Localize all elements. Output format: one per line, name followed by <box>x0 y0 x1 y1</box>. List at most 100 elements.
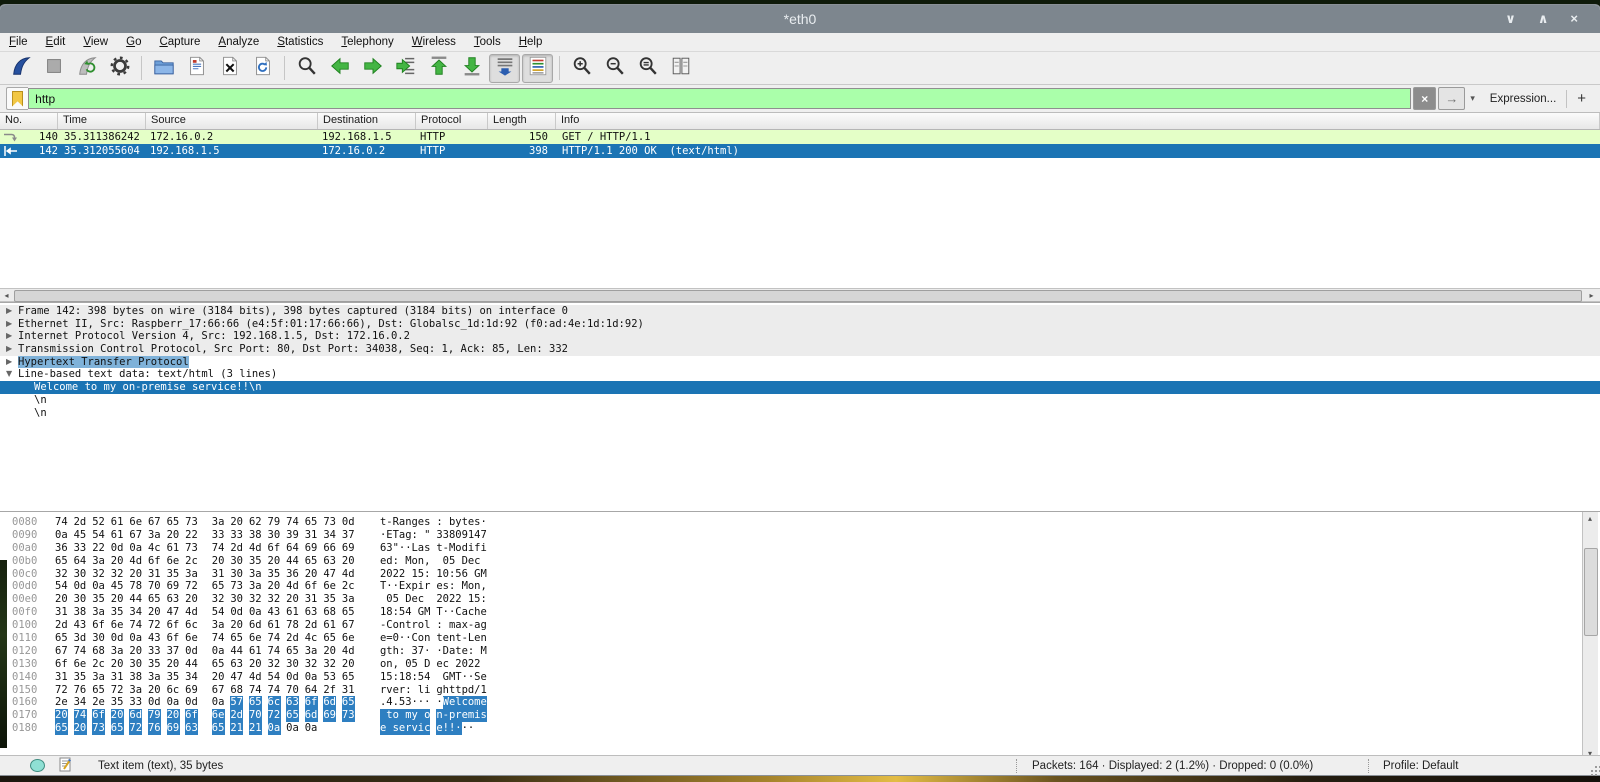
hex-byte[interactable]: 4d <box>129 555 142 568</box>
hex-byte[interactable]: 65 <box>342 696 355 709</box>
hex-byte[interactable]: 20 <box>212 671 225 684</box>
ascii-char[interactable]: e <box>480 606 486 619</box>
hex-byte[interactable]: 30 <box>286 658 299 671</box>
hex-byte[interactable]: 3a <box>92 555 105 568</box>
hex-byte[interactable]: 44 <box>129 593 142 606</box>
hex-byte[interactable]: 6f <box>305 696 318 709</box>
hex-byte[interactable]: 20 <box>167 709 180 722</box>
hex-byte[interactable]: 4d <box>286 580 299 593</box>
hex-byte[interactable]: 79 <box>148 709 161 722</box>
auto-scroll-button[interactable] <box>489 54 520 83</box>
filter-bookmark-button[interactable] <box>6 87 28 110</box>
hex-byte[interactable]: 30 <box>230 555 243 568</box>
ascii-char[interactable]: · <box>480 516 486 529</box>
hex-row[interactable]: 018065207365727669636521210a0a0ae servic… <box>0 722 1600 735</box>
hex-byte[interactable]: 63 <box>323 555 336 568</box>
hex-byte[interactable]: 3a <box>185 568 198 581</box>
hex-byte[interactable]: 68 <box>323 606 336 619</box>
ascii-char[interactable]: · <box>468 722 474 735</box>
detail-row[interactable]: ▼Line-based text data: text/html (3 line… <box>0 368 1600 381</box>
zoom-in-button[interactable] <box>566 54 597 83</box>
hex-byte[interactable]: 2d <box>74 516 87 529</box>
hex-byte[interactable]: 65 <box>55 632 68 645</box>
hex-byte[interactable]: 65 <box>212 658 225 671</box>
hex-byte[interactable]: 34 <box>74 696 87 709</box>
hex-byte[interactable]: 2d <box>230 542 243 555</box>
collapsed-expander-icon[interactable]: ▶ <box>6 318 18 331</box>
menu-telephony[interactable]: Telephony <box>332 36 402 48</box>
ascii-char[interactable]: s <box>424 542 430 555</box>
column-header-info[interactable]: Info <box>556 113 1600 129</box>
zoom-out-button[interactable] <box>599 54 630 83</box>
ascii-char[interactable]: i <box>424 684 430 697</box>
hex-byte[interactable]: 43 <box>148 632 161 645</box>
hex-byte[interactable]: 20 <box>129 645 142 658</box>
ascii-char[interactable]: i <box>480 542 486 555</box>
hex-byte[interactable]: 20 <box>305 568 318 581</box>
hex-byte[interactable]: 3a <box>305 645 318 658</box>
hex-byte[interactable]: 0a <box>129 542 142 555</box>
hex-byte[interactable]: 6e <box>342 632 355 645</box>
hex-byte[interactable]: 2e <box>55 696 68 709</box>
hex-row[interactable]: 0110653d300d0a436f6e74656e742d4c656ee=0·… <box>0 632 1600 645</box>
hex-row[interactable]: 01602e342e35330d0a0d0a57656c636f6d65.4.5… <box>0 696 1600 709</box>
hex-byte[interactable]: 37 <box>167 645 180 658</box>
menu-wireless[interactable]: Wireless <box>403 36 465 48</box>
hex-byte[interactable]: 2d <box>55 619 68 632</box>
scroll-left-icon[interactable]: ◂ <box>0 289 13 301</box>
hex-byte[interactable]: 6f <box>185 709 198 722</box>
hex-byte[interactable]: 4d <box>342 568 355 581</box>
hex-byte[interactable]: 0a <box>268 722 281 735</box>
detail-row[interactable]: ▶Transmission Control Protocol, Src Port… <box>0 343 1600 356</box>
hex-byte[interactable]: 78 <box>286 619 299 632</box>
hex-row[interactable]: 014031353a31383a353420474d540d0a536515:1… <box>0 671 1600 684</box>
hex-row[interactable]: 017020746f206d79206f6e2d7072656d6973 to … <box>0 709 1600 722</box>
restart-capture-button[interactable] <box>71 54 102 83</box>
hex-byte[interactable]: 67 <box>148 516 161 529</box>
hex-byte[interactable]: 31 <box>305 529 318 542</box>
hex-byte[interactable]: 43 <box>74 619 87 632</box>
status-profile[interactable]: Profile: Default <box>1383 760 1458 772</box>
menu-capture[interactable]: Capture <box>150 36 209 48</box>
hex-byte[interactable]: 31 <box>55 671 68 684</box>
hex-byte[interactable]: 65 <box>342 671 355 684</box>
hex-byte[interactable]: 67 <box>129 529 142 542</box>
hex-byte[interactable]: 20 <box>167 529 180 542</box>
capture-comment-icon[interactable] <box>59 757 72 775</box>
hex-byte[interactable]: 2e <box>92 696 105 709</box>
hex-byte[interactable]: 20 <box>148 606 161 619</box>
hex-byte[interactable]: 0d <box>185 645 198 658</box>
hex-byte[interactable]: 37 <box>342 529 355 542</box>
hex-byte[interactable]: 32 <box>55 568 68 581</box>
hex-byte[interactable]: 2d <box>230 709 243 722</box>
hex-byte[interactable]: 0d <box>342 516 355 529</box>
hex-byte[interactable]: 79 <box>268 516 281 529</box>
hex-byte[interactable]: 6c <box>185 619 198 632</box>
hex-row[interactable]: 0150727665723a206c696768747470642f31rver… <box>0 684 1600 697</box>
hex-byte[interactable]: 0d <box>74 580 87 593</box>
hex-byte[interactable]: 76 <box>148 722 161 735</box>
hex-byte[interactable]: 38 <box>129 671 142 684</box>
ascii-char[interactable]: s <box>480 709 486 722</box>
go-to-packet-button[interactable] <box>390 54 421 83</box>
hex-byte[interactable]: 74 <box>74 645 87 658</box>
scroll-right-icon[interactable]: ▸ <box>1585 289 1598 301</box>
hex-byte[interactable]: 6c <box>268 696 281 709</box>
hex-byte[interactable]: 32 <box>268 593 281 606</box>
hex-byte[interactable]: 33 <box>148 645 161 658</box>
hex-byte[interactable]: 4d <box>185 606 198 619</box>
hex-byte[interactable]: 34 <box>129 606 142 619</box>
zoom-reset-button[interactable] <box>632 54 663 83</box>
hex-byte[interactable]: 30 <box>268 529 281 542</box>
hex-byte[interactable]: 30 <box>92 632 105 645</box>
hex-byte[interactable]: 0a <box>92 580 105 593</box>
hex-byte[interactable]: 72 <box>185 580 198 593</box>
hex-byte[interactable]: 6f <box>305 580 318 593</box>
hex-byte[interactable]: 0a <box>129 632 142 645</box>
hex-byte[interactable]: 54 <box>55 580 68 593</box>
hex-byte[interactable]: 0a <box>249 606 262 619</box>
hex-byte[interactable]: 70 <box>286 684 299 697</box>
filter-apply-button[interactable]: → <box>1438 87 1465 110</box>
hex-byte[interactable]: 65 <box>167 516 180 529</box>
hex-row[interactable]: 00c0323032322031353a31303a353620474d2022… <box>0 568 1600 581</box>
